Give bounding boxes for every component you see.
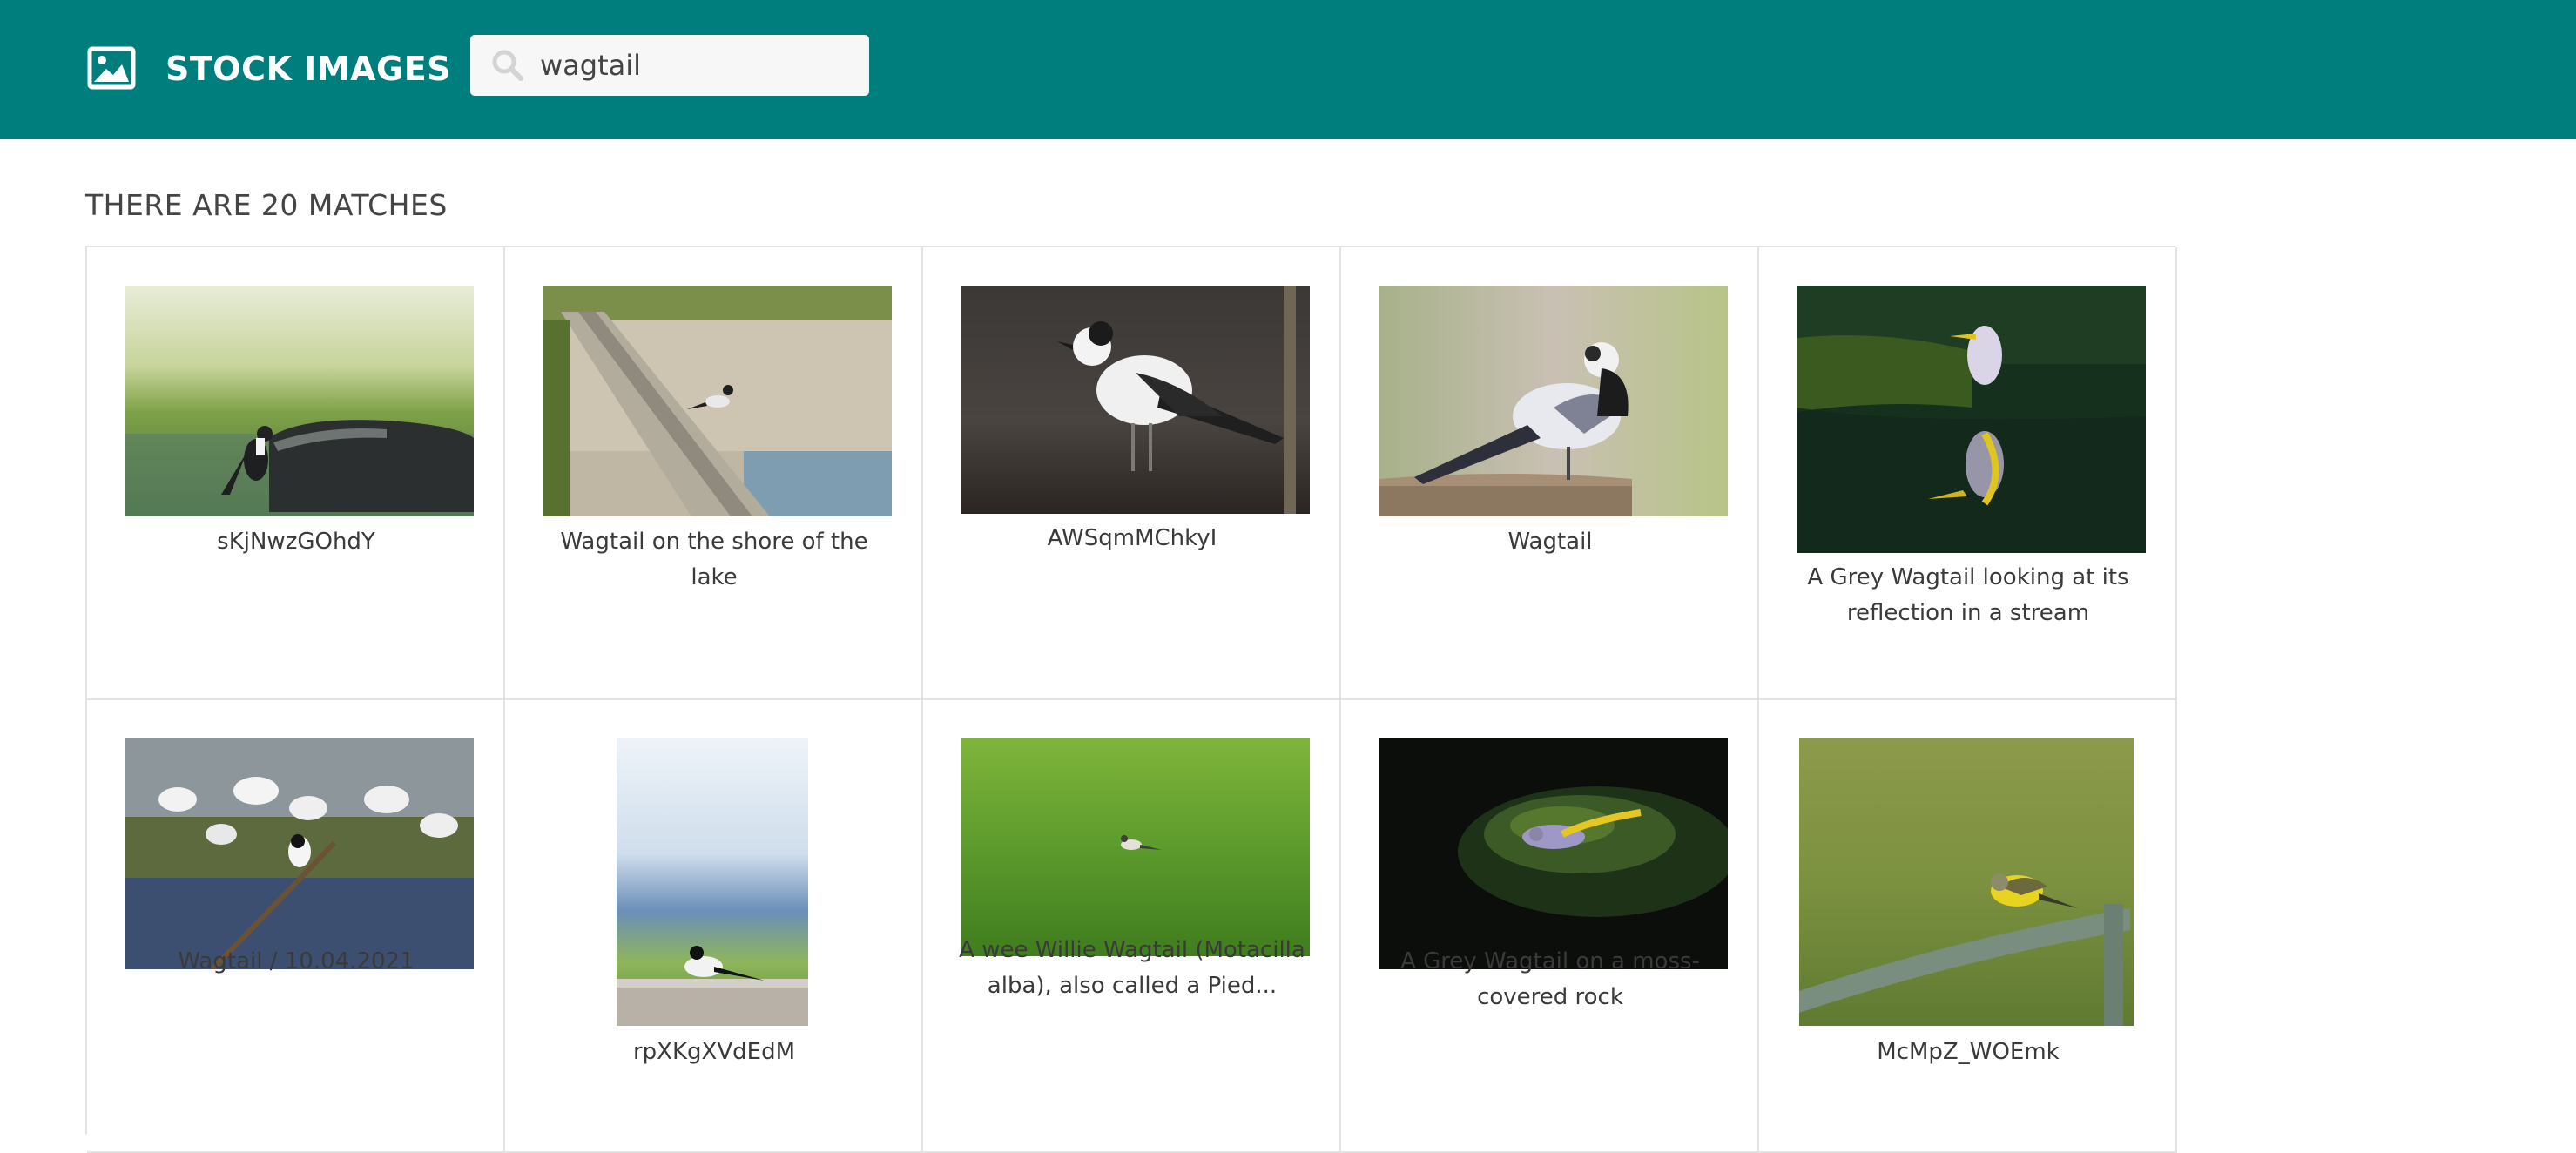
result-card[interactable]: A Grey Wagtail on a moss-covered rock <box>1341 700 1759 1153</box>
result-thumbnail[interactable] <box>617 738 808 1026</box>
result-card[interactable]: rpXKgXVdEdM <box>505 700 923 1153</box>
result-thumbnail[interactable] <box>1379 738 1728 969</box>
result-caption[interactable]: McMpZ_WOEmk <box>1794 1035 2142 1070</box>
result-card[interactable]: Wagtail on the shore of the lake <box>505 247 923 700</box>
result-caption[interactable]: AWSqmMChkyI <box>958 521 1306 556</box>
results-row: sKjNwzGOhdY Wagtail on the shore of the … <box>87 247 2177 700</box>
result-card[interactable]: A wee Willie Wagtail (Motacilla alba), a… <box>923 700 1341 1153</box>
result-thumbnail[interactable] <box>1797 286 2146 553</box>
result-caption[interactable]: A wee Willie Wagtail (Motacilla alba), a… <box>958 933 1306 1004</box>
result-caption[interactable]: sKjNwzGOhdY <box>122 524 470 560</box>
image-icon[interactable] <box>87 46 136 90</box>
result-caption[interactable]: A Grey Wagtail on a moss-covered rock <box>1376 944 1724 1015</box>
result-caption[interactable]: Wagtail on the shore of the lake <box>540 524 888 596</box>
result-thumbnail[interactable] <box>125 286 474 516</box>
result-caption[interactable]: A Grey Wagtail looking at its reflection… <box>1794 560 2142 631</box>
top-bar: STOCK IMAGES <box>0 0 2576 139</box>
result-caption[interactable]: Wagtail / 10.04.2021 <box>122 944 470 980</box>
result-thumbnail[interactable] <box>961 286 1310 514</box>
result-caption[interactable]: Wagtail <box>1376 524 1724 560</box>
app-title[interactable]: STOCK IMAGES <box>165 44 451 93</box>
result-caption[interactable]: rpXKgXVdEdM <box>540 1035 888 1070</box>
results-count-heading: THERE ARE 20 MATCHES <box>85 188 448 222</box>
search-box[interactable] <box>470 35 869 96</box>
search-icon[interactable] <box>489 47 526 84</box>
result-thumbnail[interactable] <box>1379 286 1728 516</box>
results-row: Wagtail / 10.04.2021 rpXKgXVdEdM A wee W… <box>87 700 2177 1153</box>
result-thumbnail[interactable] <box>125 738 474 969</box>
result-card[interactable]: sKjNwzGOhdY <box>87 247 505 700</box>
result-card[interactable]: Wagtail / 10.04.2021 <box>87 700 505 1153</box>
result-card[interactable]: A Grey Wagtail looking at its reflection… <box>1759 247 2177 700</box>
search-input[interactable] <box>540 44 853 87</box>
result-card[interactable]: McMpZ_WOEmk <box>1759 700 2177 1153</box>
result-thumbnail[interactable] <box>961 738 1310 956</box>
result-card[interactable]: Wagtail <box>1341 247 1759 700</box>
result-thumbnail[interactable] <box>1799 738 2134 1026</box>
result-thumbnail[interactable] <box>543 286 892 516</box>
result-card[interactable]: AWSqmMChkyI <box>923 247 1341 700</box>
results-grid: sKjNwzGOhdY Wagtail on the shore of the … <box>85 246 2177 1153</box>
